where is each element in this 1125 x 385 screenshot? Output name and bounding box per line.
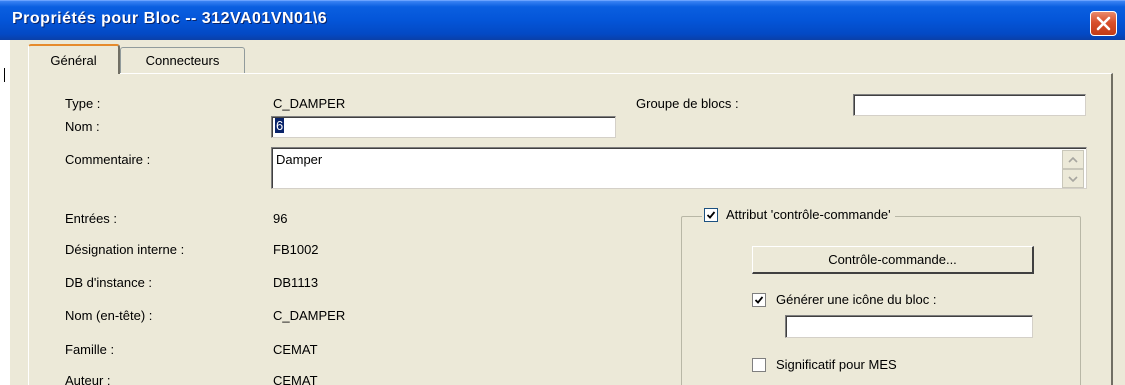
tab-general-label: Général (50, 52, 97, 68)
db-instance-label: DB d'instance : (65, 275, 153, 290)
close-icon (1096, 16, 1111, 31)
chevron-down-icon (1068, 175, 1078, 182)
commentaire-textarea[interactable]: Damper (271, 147, 1087, 189)
auteur-value: CEMAT (273, 373, 318, 385)
attribut-cc-checkbox[interactable] (704, 207, 718, 222)
title-bar[interactable]: Propriétés pour Bloc -- 312VA01VN01\6 (0, 0, 1125, 40)
tab-connecteurs[interactable]: Connecteurs (120, 47, 245, 73)
properties-dialog: Propriétés pour Bloc -- 312VA01VN01\6 Gé… (0, 0, 1125, 385)
attribut-cc-label: Attribut 'contrôle-commande' (726, 207, 891, 222)
entrees-value: 96 (273, 211, 288, 226)
auteur-label: Auteur : (65, 373, 111, 385)
designation-value: FB1002 (273, 242, 319, 257)
tab-connecteurs-label: Connecteurs (145, 53, 220, 68)
famille-label: Famille : (65, 342, 115, 357)
controle-commande-button-label: Contrôle-commande... (828, 252, 957, 267)
nom-input[interactable]: 6 (271, 116, 616, 138)
scroll-up-button[interactable] (1062, 150, 1084, 169)
generer-icone-label: Générer une icône du bloc : (776, 292, 937, 307)
checkmark-icon (754, 295, 764, 304)
famille-value: CEMAT (273, 342, 318, 357)
entrees-label: Entrées : (65, 211, 118, 226)
mes-label: Significatif pour MES (776, 357, 897, 372)
controle-commande-button[interactable]: Contrôle-commande... (752, 246, 1034, 274)
db-instance-value: DB1113 (273, 275, 319, 290)
groupe-label: Groupe de blocs : (636, 96, 739, 111)
nom-entete-label: Nom (en-tête) : (65, 308, 153, 323)
groupe-input[interactable] (853, 94, 1086, 116)
generer-icone-checkbox-row[interactable]: Générer une icône du bloc : (752, 292, 936, 307)
mes-checkbox[interactable] (752, 357, 766, 372)
checkmark-icon (706, 210, 716, 219)
scroll-down-button[interactable] (1062, 169, 1084, 188)
icone-input[interactable] (785, 315, 1033, 338)
tab-general[interactable]: Général (28, 44, 120, 74)
type-value: C_DAMPER (273, 96, 346, 111)
window-title: Propriétés pour Bloc -- 312VA01VN01\6 (12, 10, 328, 27)
type-label: Type : (65, 96, 101, 111)
close-button[interactable] (1090, 11, 1117, 36)
nom-input-value: 6 (275, 118, 285, 133)
generer-icone-checkbox[interactable] (752, 292, 766, 307)
attribut-cc-checkbox-row[interactable]: Attribut 'contrôle-commande' (702, 207, 895, 222)
commentaire-label: Commentaire : (65, 152, 151, 167)
designation-label: Désignation interne : (65, 242, 185, 257)
chevron-up-icon (1068, 156, 1078, 163)
nom-entete-value: C_DAMPER (273, 308, 346, 323)
mes-checkbox-row[interactable]: Significatif pour MES (752, 357, 897, 372)
nom-label: Nom : (65, 119, 100, 134)
left-edge (0, 40, 10, 385)
commentaire-text: Damper (276, 152, 323, 167)
